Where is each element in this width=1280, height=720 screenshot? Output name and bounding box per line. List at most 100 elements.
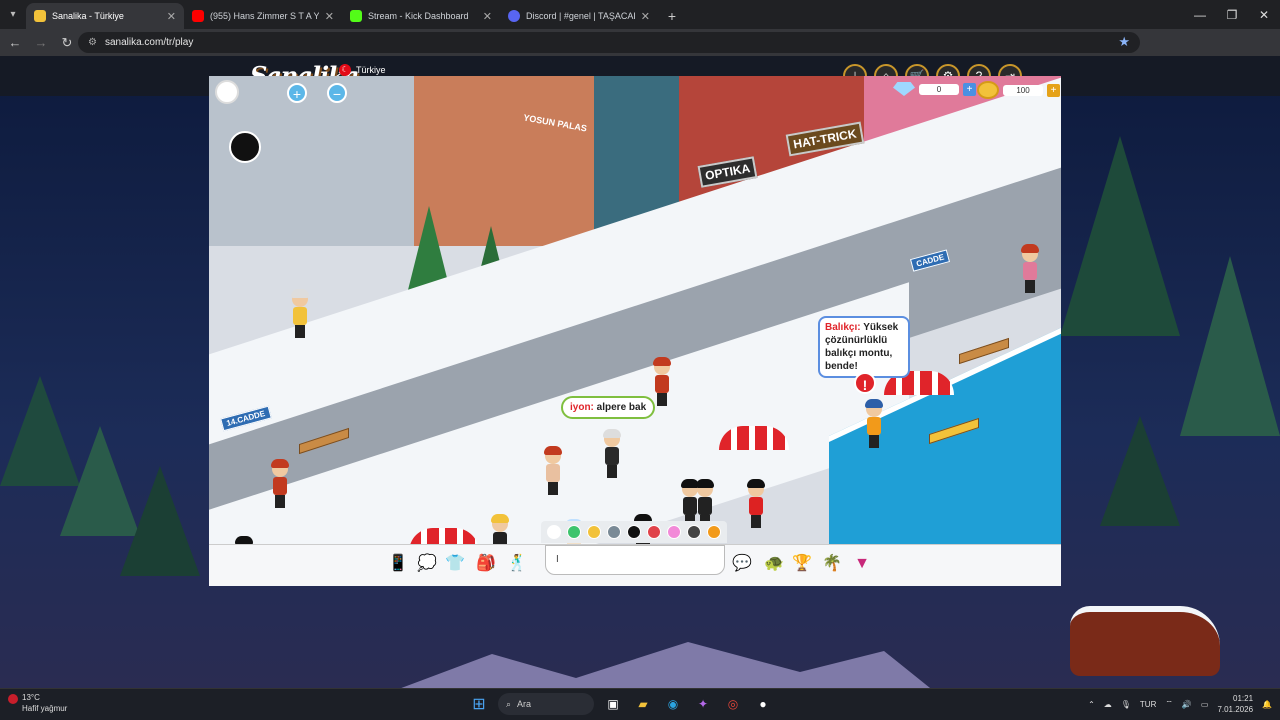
system-tray: ⌃ ☁ 🎙 TUR ⌔ 🔊 ▭ 01:21 7.01.2026 🔔 (1088, 693, 1272, 715)
volume-icon[interactable]: 🔊 (1182, 700, 1192, 709)
tab-discord[interactable]: Discord | #genel | TAŞACAK BU ✕ (500, 3, 658, 29)
zoom-in-icon[interactable]: + (287, 83, 307, 103)
island-icon[interactable]: 🌴 (820, 552, 844, 576)
avatar-character[interactable] (745, 479, 767, 529)
edge-icon[interactable]: ◉ (662, 693, 684, 715)
fisher-name: Balıkçı: (825, 322, 861, 333)
address-bar: ← → ↻ ⚙ sanalika.com/tr/play ★ ▣ ✚ ≡ A ⋮ (0, 29, 1280, 79)
chat-bubble-icon[interactable]: 💬 (730, 552, 754, 576)
add-coins-button[interactable]: + (1047, 83, 1060, 97)
window-controls: — ❐ ✕ (1184, 0, 1280, 29)
url-field[interactable]: ⚙ sanalika.com/tr/play ★ (78, 32, 1140, 53)
battery-icon[interactable]: ▭ (1201, 700, 1209, 709)
sanalika-favicon-icon (34, 10, 46, 22)
cloud-icon[interactable]: ☁ (1104, 700, 1112, 709)
add-gems-button[interactable]: + (963, 82, 976, 96)
color-swatch[interactable] (547, 525, 561, 539)
tab-youtube[interactable]: (955) Hans Zimmer S T A Y ✕ (184, 3, 342, 29)
taskbar-apps: ⊞ ⌕ Ara ▣ ▰ ◉ ✦ ◎ ● (468, 693, 774, 715)
tab-title: (955) Hans Zimmer S T A Y (210, 11, 319, 21)
minimize-icon[interactable]: — (1184, 0, 1216, 29)
game-canvas[interactable]: OPTIKA HAT-TRICK YOSUN PALAS CADDE 14.CA… (209, 76, 1061, 544)
start-icon[interactable]: ⊞ (468, 693, 490, 715)
chat-name: iyon: (570, 402, 594, 413)
tray-overflow-icon[interactable]: ⌃ (1088, 700, 1095, 709)
beach-umbrella (719, 426, 789, 450)
inventory-icon[interactable]: 🎒 (474, 552, 498, 576)
color-swatch[interactable] (667, 525, 681, 539)
close-tab-icon[interactable]: ✕ (483, 10, 492, 23)
pet-icon[interactable]: 🐢 (762, 552, 786, 576)
chat-message: alpere bak (596, 402, 647, 413)
taskbar-search[interactable]: ⌕ Ara (498, 693, 594, 715)
bookmark-star-icon[interactable]: ★ (1118, 34, 1130, 50)
region-selector[interactable]: ☾ Türkiye (339, 64, 386, 76)
color-swatch[interactable] (687, 525, 701, 539)
windows-taskbar: 13°C Hafif yağmur ⊞ ⌕ Ara ▣ ▰ ◉ ✦ ◎ ● ⌃ … (0, 688, 1280, 720)
region-label: Türkiye (356, 65, 386, 75)
avatar-character[interactable] (601, 429, 623, 479)
reload-icon[interactable]: ↻ (56, 35, 78, 51)
copilot-icon[interactable]: ✦ (692, 693, 714, 715)
avatar-character[interactable] (542, 446, 564, 496)
avatar-character[interactable] (269, 459, 291, 509)
wardrobe-icon[interactable]: 👕 (443, 552, 467, 576)
chat-color-palette (541, 521, 727, 543)
dance-icon[interactable]: 🕺 (505, 552, 529, 576)
search-icon: ⌕ (506, 698, 512, 709)
close-tab-icon[interactable]: ✕ (641, 10, 650, 23)
avatar-character[interactable] (289, 289, 311, 339)
discord-favicon-icon (508, 10, 520, 22)
color-swatch[interactable] (607, 525, 621, 539)
site-info-icon[interactable]: ⚙ (88, 37, 97, 48)
wifi-icon[interactable]: ⌔ (1165, 699, 1173, 709)
tab-search-icon[interactable]: ▾ (0, 0, 26, 29)
exclamation-icon[interactable]: ! (854, 372, 876, 394)
emoji-face-icon[interactable] (229, 131, 261, 163)
avatar-character[interactable] (489, 514, 511, 544)
notification-icon[interactable]: 🔔 (1262, 700, 1272, 709)
tab-bar: ▾ Sanalika - Türkiye ✕ (955) Hans Zimmer… (0, 0, 1280, 29)
time: 01:21 (1233, 694, 1254, 703)
coin-icon (977, 81, 999, 99)
sleigh-decoration (1070, 606, 1220, 676)
close-window-icon[interactable]: ✕ (1248, 0, 1280, 29)
avatar-character[interactable] (863, 399, 885, 449)
mic-icon[interactable]: 🎙 (1121, 700, 1131, 709)
file-explorer-icon[interactable]: ▰ (632, 693, 654, 715)
color-swatch[interactable] (587, 525, 601, 539)
weather-widget[interactable]: 13°C Hafif yağmur (8, 692, 67, 714)
color-swatch[interactable] (567, 525, 581, 539)
mountain-decoration (380, 642, 940, 688)
chat-input[interactable]: I (545, 545, 725, 575)
back-icon[interactable]: ← (4, 35, 26, 50)
color-swatch[interactable] (647, 525, 661, 539)
color-swatch[interactable] (707, 525, 721, 539)
maximize-icon[interactable]: ❐ (1216, 0, 1248, 29)
close-tab-icon[interactable]: ✕ (325, 10, 334, 23)
avatar-character[interactable] (1019, 244, 1041, 294)
weather-icon (8, 694, 18, 704)
player-avatar-icon[interactable] (215, 80, 239, 104)
coin-counter: 100 + (977, 81, 1060, 99)
clock[interactable]: 01:21 7.01.2026 (1217, 693, 1253, 715)
search-label: Ara (517, 699, 532, 709)
close-tab-icon[interactable]: ✕ (167, 10, 176, 23)
forward-icon[interactable]: → (30, 35, 52, 50)
new-tab-button[interactable]: + (658, 3, 686, 29)
task-view-icon[interactable]: ▣ (602, 693, 624, 715)
chrome-icon[interactable]: ◎ (722, 693, 744, 715)
tab-kick[interactable]: Stream - Kick Dashboard ✕ (342, 3, 500, 29)
phone-icon[interactable]: 📱 (386, 552, 410, 576)
date: 7.01.2026 (1217, 705, 1254, 714)
dropdown-menu-icon[interactable]: ▼ (850, 552, 874, 576)
color-swatch[interactable] (627, 525, 641, 539)
tab-sanalika[interactable]: Sanalika - Türkiye ✕ (26, 3, 184, 29)
tab-title: Discord | #genel | TAŞACAK BU (526, 11, 635, 21)
app-icon[interactable]: ● (752, 693, 774, 715)
avatar-character[interactable] (651, 357, 673, 407)
trophy-icon[interactable]: 🏆 (790, 552, 814, 576)
emote-icon[interactable]: 💭 (415, 552, 439, 576)
language-indicator[interactable]: TUR (1140, 700, 1156, 709)
zoom-out-icon[interactable]: − (327, 83, 347, 103)
